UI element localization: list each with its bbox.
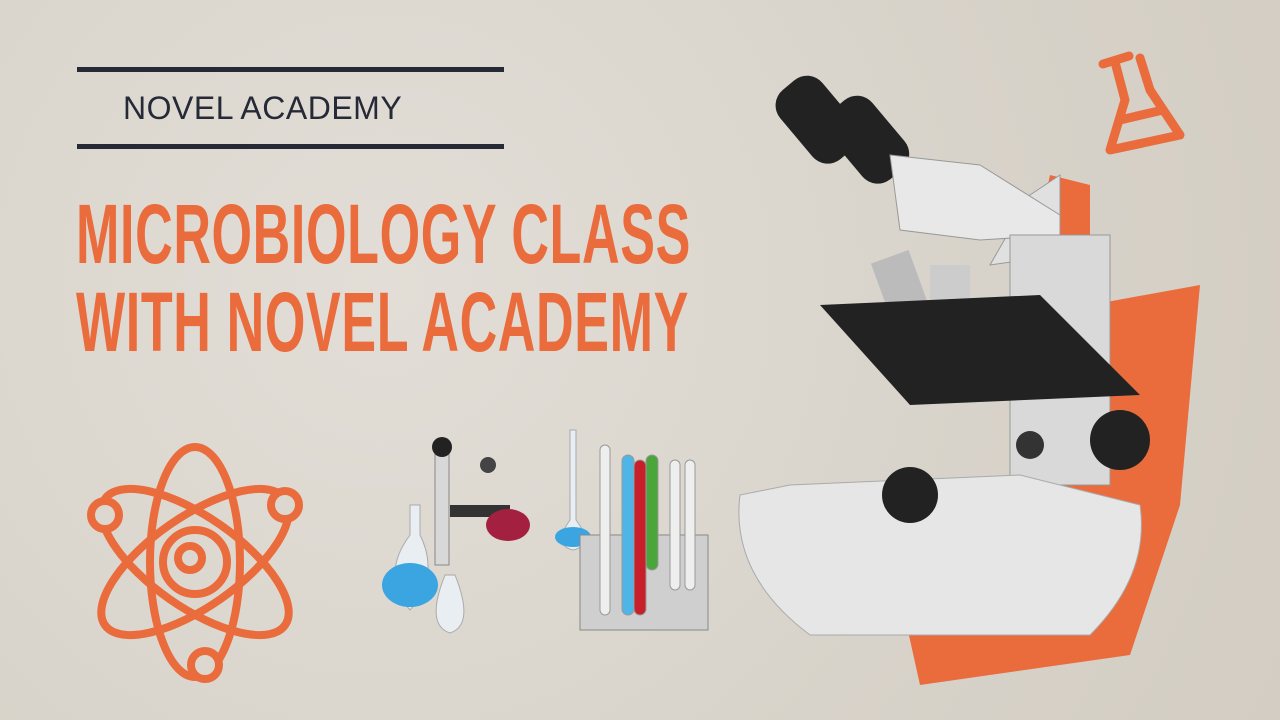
top-divider <box>77 67 504 72</box>
lab-glassware-image <box>382 429 709 634</box>
brand-name: NOVEL ACADEMY <box>123 90 403 126</box>
bottom-divider <box>77 144 504 149</box>
title-line-1: MICROBIOLOGY CLASS <box>76 187 691 281</box>
atom-icon <box>87 443 303 683</box>
title-line-2: WITH NOVEL ACADEMY <box>76 275 689 369</box>
microscope-image <box>738 75 1200 685</box>
